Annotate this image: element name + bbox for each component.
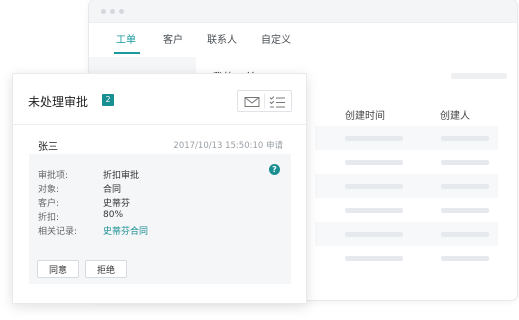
field-value: 折扣审批 bbox=[103, 171, 140, 181]
placeholder-cell bbox=[345, 184, 403, 189]
field-value: 80% bbox=[103, 210, 124, 220]
window-titlebar bbox=[89, 0, 517, 23]
agree-button[interactable]: 同意 bbox=[37, 260, 79, 278]
placeholder-cell bbox=[441, 256, 489, 261]
placeholder-cell bbox=[441, 232, 489, 237]
column-header-created-time[interactable]: 创建时间 bbox=[345, 107, 385, 122]
table-row[interactable] bbox=[315, 150, 498, 174]
field-value: 史蒂芬 bbox=[103, 199, 131, 209]
field-value: 合同 bbox=[103, 185, 122, 195]
card-actions bbox=[237, 90, 292, 112]
table-row[interactable] bbox=[315, 126, 498, 150]
placeholder-cell bbox=[441, 208, 489, 213]
pending-count-badge: 2 bbox=[102, 94, 114, 106]
tab-customer[interactable]: 客户 bbox=[163, 31, 183, 46]
placeholder-cell bbox=[441, 184, 489, 189]
field-label: 相关记录: bbox=[38, 227, 78, 237]
placeholder-cell bbox=[345, 136, 403, 141]
applicant-name: 张三 bbox=[38, 142, 58, 153]
field-label: 对象: bbox=[38, 185, 60, 195]
related-record-link[interactable]: 史蒂芬合同 bbox=[103, 224, 148, 237]
field-label: 审批项: bbox=[38, 171, 69, 181]
tab-work-order[interactable]: 工单 bbox=[116, 31, 136, 46]
placeholder-cell bbox=[345, 232, 403, 237]
checklist-icon[interactable] bbox=[267, 94, 287, 108]
placeholder-cell bbox=[345, 160, 403, 165]
field-label: 折扣: bbox=[38, 213, 60, 223]
application-time: 2017/10/13 15:50:10 申请 bbox=[173, 141, 283, 151]
title-placeholder bbox=[451, 73, 507, 79]
pending-approval-card: 未处理审批 2 张三 2017/10/13 15:50:10 申请 ? 审批项:… bbox=[12, 73, 307, 304]
help-icon[interactable]: ? bbox=[269, 164, 280, 175]
approval-details: ? 审批项: 折扣审批 对象: 合同 客户: 史蒂芬 折扣: 80% 相关记录:… bbox=[29, 154, 291, 284]
window-dot bbox=[101, 9, 106, 14]
tab-bar: 工单 客户 联系人 自定义 bbox=[89, 22, 517, 56]
placeholder-cell bbox=[345, 256, 403, 261]
table-row[interactable] bbox=[315, 222, 498, 246]
tab-custom[interactable]: 自定义 bbox=[261, 31, 291, 46]
column-header-creator[interactable]: 创建人 bbox=[440, 107, 470, 122]
window-dot bbox=[110, 9, 115, 14]
card-title: 未处理审批 bbox=[28, 95, 89, 109]
card-header: 未处理审批 2 bbox=[13, 74, 306, 125]
window-dot bbox=[119, 9, 124, 14]
approval-item: 张三 2017/10/13 15:50:10 申请 ? 审批项: 折扣审批 对象… bbox=[29, 132, 291, 284]
reject-button[interactable]: 拒绝 bbox=[85, 260, 127, 278]
field-label: 客户: bbox=[38, 199, 60, 209]
table-row[interactable] bbox=[315, 246, 498, 270]
table-row[interactable] bbox=[315, 174, 498, 198]
placeholder-cell bbox=[441, 160, 489, 165]
action-divider bbox=[264, 94, 265, 108]
mail-icon[interactable] bbox=[242, 94, 262, 108]
placeholder-cell bbox=[345, 208, 403, 213]
table-row[interactable] bbox=[315, 198, 498, 222]
active-tab-indicator bbox=[114, 52, 140, 54]
tab-contacts[interactable]: 联系人 bbox=[207, 31, 237, 46]
placeholder-cell bbox=[441, 136, 489, 141]
